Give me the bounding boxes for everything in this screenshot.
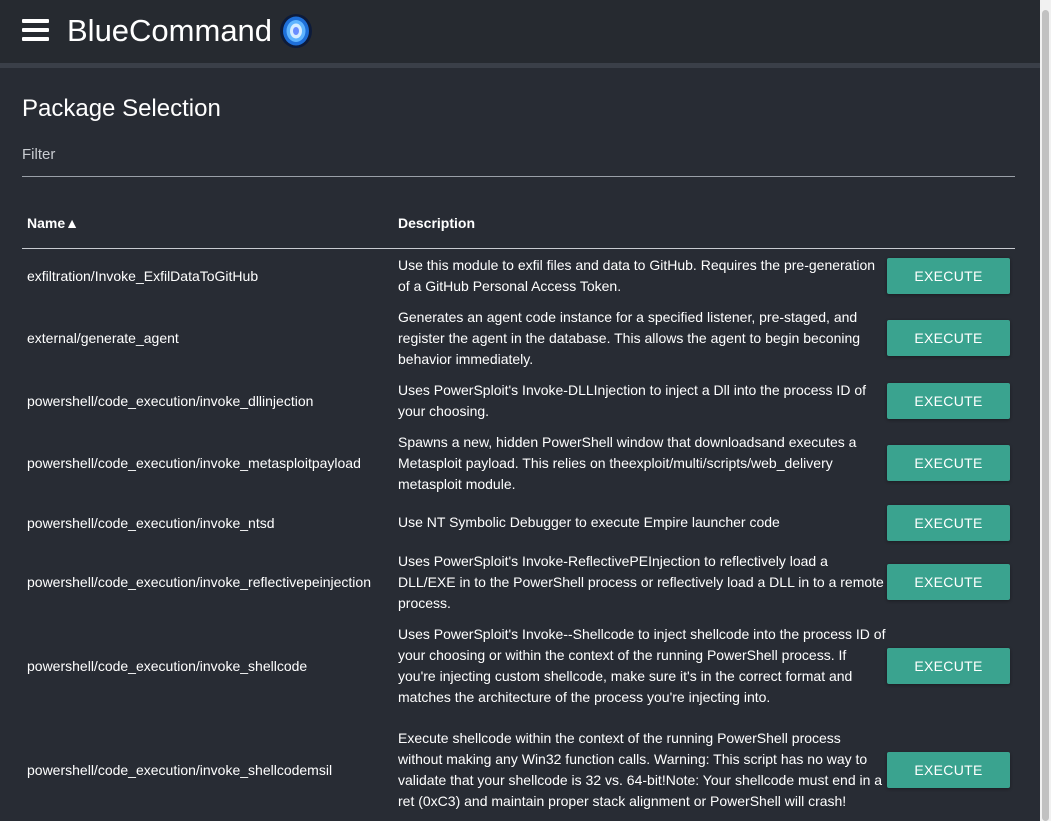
- execute-button[interactable]: EXECUTE: [887, 752, 1010, 788]
- package-description: Use this module to exfil files and data …: [398, 257, 876, 294]
- table-row: external/generate_agent Generates an age…: [22, 303, 1015, 373]
- page-title: Package Selection: [22, 95, 221, 122]
- table-header: Name▲ Description: [22, 198, 1015, 249]
- app-bar-divider: [0, 63, 1040, 68]
- execute-button[interactable]: EXECUTE: [887, 258, 1010, 294]
- package-name: exfiltration/Invoke_ExfilDataToGitHub: [27, 268, 259, 284]
- package-name: powershell/code_execution/invoke_ntsd: [27, 514, 275, 531]
- app-title: BlueCommand: [67, 13, 273, 48]
- package-description: Uses PowerSploit's Invoke-DLLInjection t…: [398, 381, 867, 419]
- table-row: exfiltration/Invoke_ExfilDataToGitHub Us…: [22, 249, 1015, 303]
- package-description: Uses PowerSploit's Invoke--Shellcode to …: [398, 626, 886, 705]
- package-name: powershell/code_execution/invoke_shellco…: [27, 762, 333, 778]
- description-column-header: Description: [398, 215, 476, 231]
- execute-button[interactable]: EXECUTE: [887, 382, 1010, 419]
- hamburger-menu-icon[interactable]: [22, 19, 49, 41]
- table-row: powershell/code_execution/invoke_shellco…: [22, 617, 1015, 715]
- vertical-scrollbar[interactable]: [1040, 0, 1051, 821]
- execute-button[interactable]: EXECUTE: [887, 445, 1010, 481]
- execute-button[interactable]: EXECUTE: [887, 504, 1010, 541]
- table-row: powershell/code_execution/invoke_shellco…: [22, 715, 1015, 821]
- execute-button[interactable]: EXECUTE: [887, 564, 1010, 600]
- table-row: powershell/code_execution/invoke_metaspl…: [22, 428, 1015, 498]
- package-name: powershell/code_execution/invoke_reflect…: [27, 574, 371, 590]
- package-name: external/generate_agent: [27, 330, 179, 346]
- package-description: Uses PowerSploit's Invoke-ReflectivePEIn…: [398, 552, 884, 611]
- name-column-header[interactable]: Name▲: [27, 214, 79, 232]
- filter-input[interactable]: [22, 140, 1015, 177]
- execute-button[interactable]: EXECUTE: [887, 320, 1010, 356]
- package-description: Spawns a new, hidden PowerShell window t…: [398, 433, 857, 492]
- package-description: Generates an agent code instance for a s…: [398, 308, 861, 367]
- scrollbar-thumb[interactable]: [1042, 10, 1049, 821]
- package-name: powershell/code_execution/invoke_dllinje…: [27, 392, 314, 409]
- portal-logo-icon: [280, 14, 312, 48]
- app-bar: BlueCommand: [0, 0, 1040, 63]
- package-description: Use NT Symbolic Debugger to execute Empi…: [398, 514, 780, 530]
- package-description: Execute shellcode within the context of …: [398, 730, 883, 809]
- package-table: Name▲ Description exfiltration/Invoke_Ex…: [22, 198, 1015, 821]
- package-name: powershell/code_execution/invoke_metaspl…: [27, 455, 361, 471]
- package-name: powershell/code_execution/invoke_shellco…: [27, 658, 308, 674]
- table-row: powershell/code_execution/invoke_reflect…: [22, 547, 1015, 617]
- table-row: powershell/code_execution/invoke_ntsd Us…: [22, 498, 1015, 547]
- table-row: powershell/code_execution/invoke_dllinje…: [22, 373, 1015, 428]
- execute-button[interactable]: EXECUTE: [887, 648, 1010, 684]
